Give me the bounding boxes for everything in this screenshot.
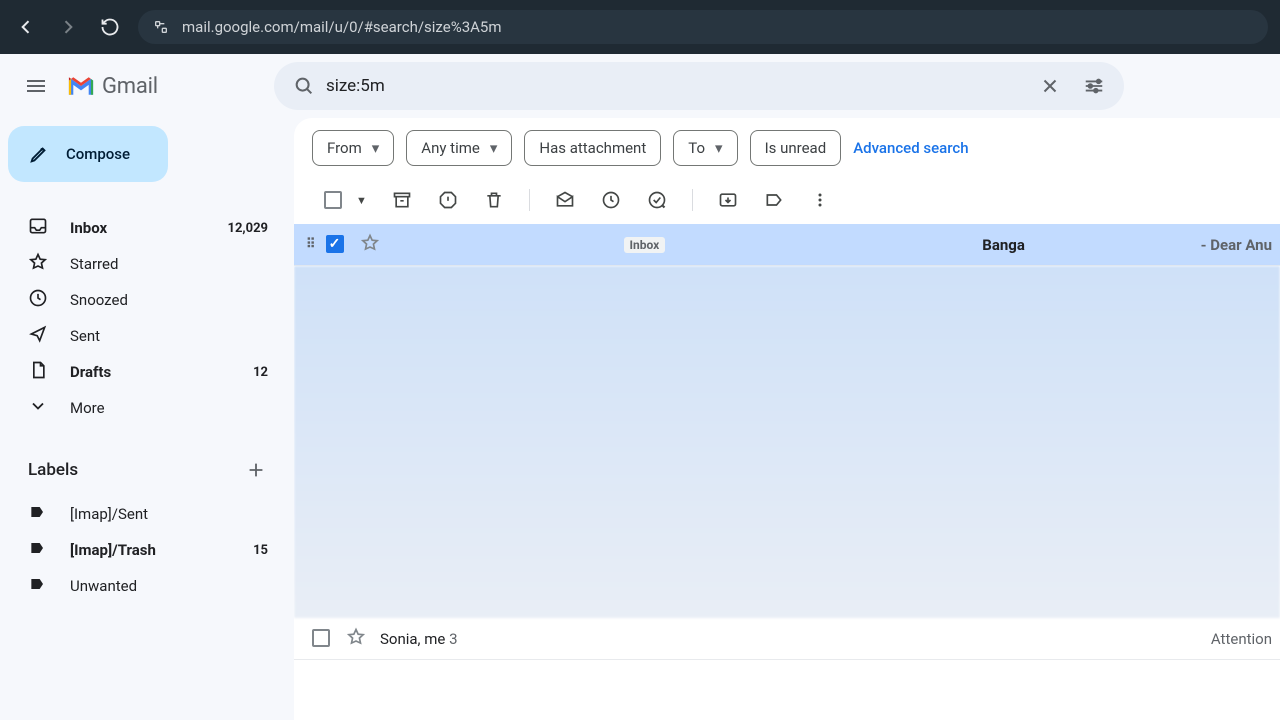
star-icon [28,252,48,276]
dropdown-icon: ▾ [372,139,380,157]
label-icon [28,502,48,526]
search-input[interactable] [326,76,1028,96]
nav-forward-button[interactable] [54,13,82,41]
gmail-logo[interactable]: Gmail [66,74,158,99]
thread-list: ⠿ ✓ Inbox xxxxxxxxxxxxxxxxxxxxxxxxxxxxxx… [294,224,1280,720]
mark-read-button[interactable] [544,179,586,221]
send-icon [28,324,48,348]
delete-button[interactable] [473,179,515,221]
main-content: From▾ Any time▾ Has attachment To▾ Is un… [294,118,1280,720]
filter-chips-row: From▾ Any time▾ Has attachment To▾ Is un… [294,118,1280,176]
add-task-button[interactable] [636,179,678,221]
thread-checkbox[interactable] [312,629,332,649]
thread-snippet: Attention [1211,630,1272,648]
main-menu-button[interactable] [12,62,60,110]
labels-button[interactable] [753,179,795,221]
sidebar-item-more[interactable]: More [8,390,284,426]
url-text: mail.google.com/mail/u/0/#search/size%3A… [182,18,502,36]
thread-subject: xxxxxxxxxxxxxxxxxxxxxxxxxxxxxxxxxxxxxxxx… [673,236,1200,254]
drag-handle-icon[interactable]: ⠿ [306,237,316,252]
label-icon [28,574,48,598]
filter-from[interactable]: From▾ [312,130,394,166]
label-icon [28,538,48,562]
advanced-search-link[interactable]: Advanced search [853,139,968,157]
thread-sender: Sonia, me 3 [380,630,610,648]
brand-name: Gmail [102,74,158,99]
select-all-checkbox[interactable] [312,179,354,221]
thread-snippet: - Dear Anu [1201,236,1272,254]
archive-button[interactable] [381,179,423,221]
label-imap-sent[interactable]: [Imap]/Sent [8,496,284,532]
nav-list: Inbox 12,029 Starred Snoozed Sent Drafts… [8,210,284,426]
sidebar: Compose Inbox 12,029 Starred Snoozed Sen… [0,118,294,720]
redacted-area [294,266,1280,618]
sidebar-item-drafts[interactable]: Drafts 12 [8,354,284,390]
search-options-button[interactable] [1072,64,1116,108]
label-list: [Imap]/Sent [Imap]/Trash 15 Unwanted [8,496,284,604]
sidebar-item-sent[interactable]: Sent [8,318,284,354]
sidebar-item-inbox[interactable]: Inbox 12,029 [8,210,284,246]
separator [692,189,693,211]
add-label-button[interactable] [240,454,272,486]
browser-chrome: mail.google.com/mail/u/0/#search/size%3A… [0,0,1280,54]
more-actions-button[interactable] [799,179,841,221]
thread-checkbox[interactable]: ✓ [326,235,346,255]
search-icon[interactable] [282,64,326,108]
address-bar[interactable]: mail.google.com/mail/u/0/#search/size%3A… [138,10,1268,44]
report-spam-button[interactable] [427,179,469,221]
filter-to[interactable]: To▾ [673,130,737,166]
app-header: Gmail [0,54,1280,118]
sidebar-item-snoozed[interactable]: Snoozed [8,282,284,318]
compose-button[interactable]: Compose [8,126,168,182]
dropdown-icon: ▾ [715,139,723,157]
search-bar[interactable] [274,62,1124,110]
file-icon [28,360,48,384]
nav-back-button[interactable] [12,13,40,41]
star-toggle[interactable] [360,233,380,257]
labels-header: Labels [8,454,284,486]
star-toggle[interactable] [346,627,366,651]
gmail-m-icon [66,75,96,97]
sidebar-item-starred[interactable]: Starred [8,246,284,282]
thread-row[interactable]: ⠿ ✓ Inbox xxxxxxxxxxxxxxxxxxxxxxxxxxxxxx… [294,224,1280,266]
clear-search-button[interactable] [1028,64,1072,108]
separator [529,189,530,211]
compose-label: Compose [66,145,130,163]
move-to-button[interactable] [707,179,749,221]
snooze-button[interactable] [590,179,632,221]
inbox-icon [28,216,48,240]
site-info-icon[interactable] [152,18,170,36]
mail-toolbar: ▼ [294,176,1280,224]
thread-tag: Inbox [624,237,666,253]
dropdown-icon: ▾ [490,139,498,157]
chevron-down-icon [28,396,48,420]
label-imap-trash[interactable]: [Imap]/Trash 15 [8,532,284,568]
filter-has-attachment[interactable]: Has attachment [524,130,661,166]
thread-row[interactable]: Sonia, me 3 Attention [294,618,1280,660]
filter-is-unread[interactable]: Is unread [750,130,842,166]
label-unwanted[interactable]: Unwanted [8,568,284,604]
clock-icon [28,288,48,312]
filter-anytime[interactable]: Any time▾ [406,130,512,166]
select-dropdown-icon[interactable]: ▼ [356,194,367,207]
nav-reload-button[interactable] [96,13,124,41]
